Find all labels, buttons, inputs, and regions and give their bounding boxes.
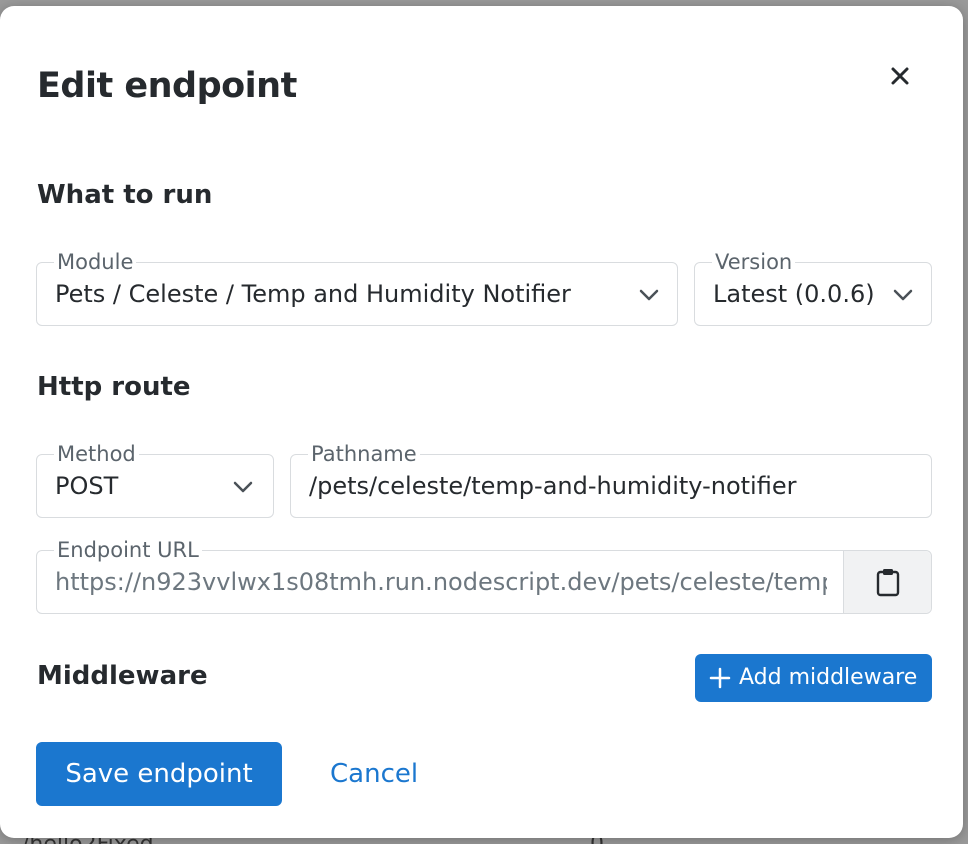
version-value: Latest (0.0.6) xyxy=(713,280,875,308)
chevron-down-icon xyxy=(639,289,659,301)
version-select[interactable]: Version Latest (0.0.6) xyxy=(694,249,932,326)
close-icon xyxy=(891,67,909,85)
save-endpoint-button[interactable]: Save endpoint xyxy=(36,742,282,806)
section-title-what-to-run: What to run xyxy=(37,180,213,210)
endpoint-url-value[interactable]: https://n923vvlwx1s08tmh.run.nodescript.… xyxy=(55,567,827,597)
close-button[interactable] xyxy=(884,60,916,92)
method-select[interactable]: Method POST xyxy=(36,441,274,518)
copy-url-button[interactable] xyxy=(843,551,931,613)
module-select[interactable]: Module Pets / Celeste / Temp and Humidit… xyxy=(36,249,678,326)
chevron-down-icon xyxy=(893,289,913,301)
dialog-title: Edit endpoint xyxy=(37,66,297,106)
method-label: Method xyxy=(54,441,139,467)
edit-endpoint-dialog: Edit endpoint What to run Module Pets / … xyxy=(0,6,963,838)
endpoint-url-field: Endpoint URL https://n923vvlwx1s08tmh.ru… xyxy=(36,537,932,614)
section-title-http-route: Http route xyxy=(37,372,191,402)
section-title-middleware: Middleware xyxy=(37,661,208,691)
add-middleware-button[interactable]: Add middleware xyxy=(695,654,932,702)
endpoint-url-label: Endpoint URL xyxy=(54,537,202,563)
module-label: Module xyxy=(54,249,137,275)
pathname-label: Pathname xyxy=(308,441,420,467)
plus-icon xyxy=(709,667,731,689)
pathname-input[interactable]: Pathname /pets/celeste/temp-and-humidity… xyxy=(290,441,932,518)
pathname-value: /pets/celeste/temp-and-humidity-notifier xyxy=(309,472,797,500)
add-middleware-label: Add middleware xyxy=(739,665,918,690)
module-value: Pets / Celeste / Temp and Humidity Notif… xyxy=(55,280,571,308)
version-label: Version xyxy=(712,249,796,275)
method-value: POST xyxy=(55,472,119,500)
cancel-button[interactable]: Cancel xyxy=(330,755,418,793)
chevron-down-icon xyxy=(233,481,253,493)
clipboard-icon xyxy=(876,569,900,597)
